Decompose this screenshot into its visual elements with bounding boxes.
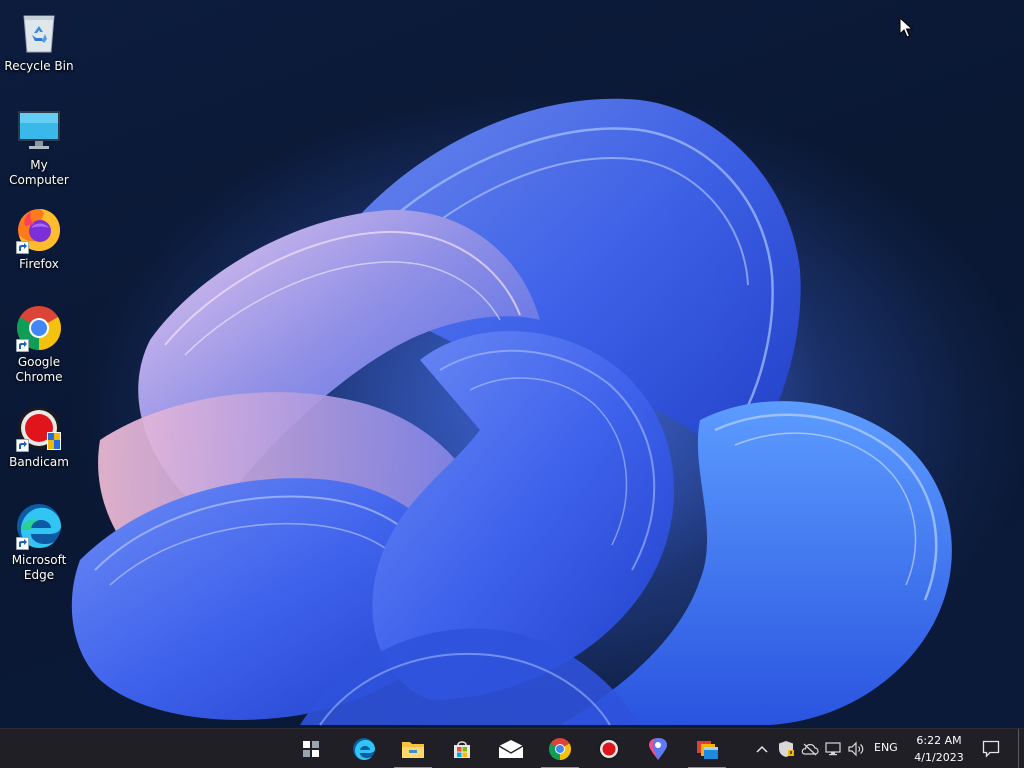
desktop-icon-label: My Computer — [9, 158, 69, 187]
edge-icon — [15, 502, 63, 550]
chrome-icon — [15, 304, 63, 352]
clock-time: 6:22 AM — [916, 734, 962, 747]
taskbar-app-edge[interactable] — [342, 729, 386, 768]
desktop-icon-bandicam[interactable]: Bandicam — [0, 404, 78, 470]
taskbar-app-bandicam[interactable] — [587, 729, 631, 768]
recycle-bin-icon — [15, 8, 63, 56]
tray-security-shield-icon[interactable] — [777, 739, 795, 759]
shortcut-arrow-icon — [16, 339, 29, 352]
tray-onedrive-icon[interactable] — [801, 739, 819, 759]
desktop-icon-my-computer[interactable]: My Computer — [0, 107, 78, 188]
desktop-icon-recycle-bin[interactable]: Recycle Bin — [0, 8, 78, 74]
edge-icon — [353, 738, 375, 760]
shortcut-arrow-icon — [16, 241, 29, 254]
shortcut-arrow-icon — [16, 439, 29, 452]
firefox-icon — [15, 206, 63, 254]
shortcut-arrow-icon — [16, 537, 29, 550]
app-window-icon — [697, 741, 718, 759]
tray-language-indicator[interactable]: ENG — [874, 741, 898, 754]
taskbar-app-file-explorer[interactable] — [391, 729, 435, 768]
desktop-icon-google-chrome[interactable]: Google Chrome — [0, 304, 78, 385]
bandicam-icon — [598, 738, 620, 760]
chrome-icon — [549, 738, 571, 760]
desktop-icon-label: Firefox — [19, 257, 59, 271]
notification-speech-bubble-icon — [982, 740, 1000, 758]
desktop-icon-label: Google Chrome — [15, 355, 63, 384]
taskbar-app-microsoft-store[interactable] — [440, 729, 484, 768]
desktop-icon-firefox[interactable]: Firefox — [0, 206, 78, 272]
show-desktop-button[interactable] — [1018, 729, 1024, 768]
desktop[interactable]: Recycle Bin My Computer Firefox Google C… — [0, 0, 1024, 728]
taskbar-app-window[interactable] — [685, 729, 729, 768]
start-icon — [303, 741, 319, 757]
desktop-icon-microsoft-edge[interactable]: Microsoft Edge — [0, 502, 78, 583]
tray-overflow-chevron-icon[interactable] — [753, 739, 771, 759]
action-center-button[interactable] — [980, 738, 1002, 760]
tray-network-icon[interactable] — [825, 739, 843, 759]
taskbar-app-chrome[interactable] — [538, 729, 582, 768]
monitor-icon — [15, 107, 63, 155]
mail-icon — [498, 740, 524, 758]
mouse-pointer-icon — [899, 17, 913, 38]
taskbar-app-maps[interactable] — [636, 729, 680, 768]
file-explorer-icon — [402, 742, 424, 758]
bandicam-icon — [15, 404, 63, 452]
tray-volume-icon[interactable] — [848, 739, 866, 759]
clock-date: 4/1/2023 — [914, 751, 964, 764]
desktop-icon-label: Microsoft Edge — [11, 553, 67, 582]
start-button[interactable] — [289, 729, 333, 768]
taskbar-app-mail[interactable] — [489, 729, 533, 768]
taskbar: ENG 6:22 AM 4/1/2023 — [0, 728, 1024, 768]
maps-pin-icon — [649, 738, 667, 760]
microsoft-store-icon — [454, 741, 470, 758]
desktop-icon-label: Recycle Bin — [4, 59, 74, 73]
desktop-icon-label: Bandicam — [9, 455, 69, 469]
wallpaper-bloom — [71, 90, 1024, 728]
tray-clock[interactable]: 6:22 AM 4/1/2023 — [905, 732, 973, 766]
